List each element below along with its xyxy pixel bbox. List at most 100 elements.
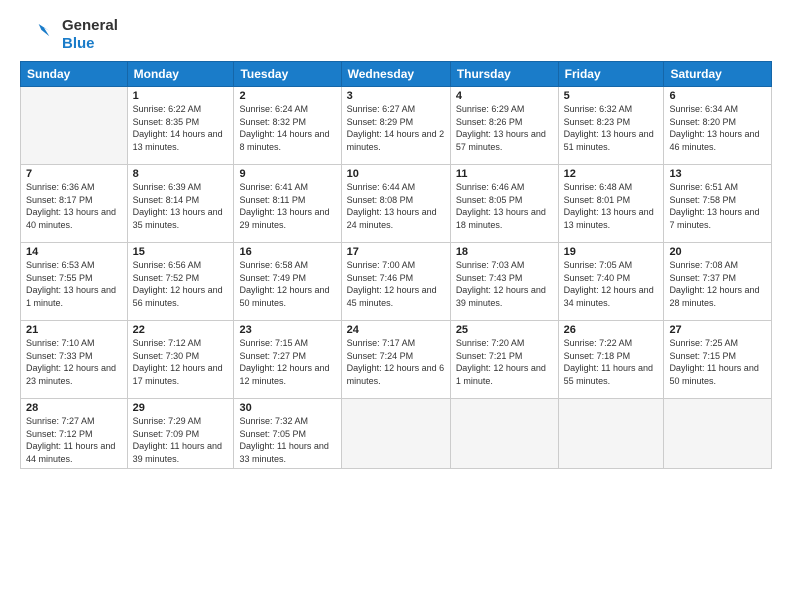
calendar-cell: 5Sunrise: 6:32 AMSunset: 8:23 PMDaylight… bbox=[558, 87, 664, 165]
weekday-header: Saturday bbox=[664, 62, 772, 87]
day-number: 28 bbox=[26, 402, 122, 414]
weekday-header: Wednesday bbox=[341, 62, 450, 87]
cell-info: Sunrise: 7:25 AMSunset: 7:15 PMDaylight:… bbox=[669, 337, 766, 387]
calendar-cell: 27Sunrise: 7:25 AMSunset: 7:15 PMDayligh… bbox=[664, 321, 772, 399]
calendar-cell: 21Sunrise: 7:10 AMSunset: 7:33 PMDayligh… bbox=[21, 321, 128, 399]
day-number: 17 bbox=[347, 246, 445, 258]
cell-info: Sunrise: 6:46 AMSunset: 8:05 PMDaylight:… bbox=[456, 181, 553, 231]
day-number: 22 bbox=[133, 324, 229, 336]
day-number: 30 bbox=[239, 402, 335, 414]
day-number: 27 bbox=[669, 324, 766, 336]
day-number: 9 bbox=[239, 168, 335, 180]
calendar-cell: 8Sunrise: 6:39 AMSunset: 8:14 PMDaylight… bbox=[127, 165, 234, 243]
logo: General Blue bbox=[20, 16, 118, 53]
cell-info: Sunrise: 7:27 AMSunset: 7:12 PMDaylight:… bbox=[26, 415, 122, 465]
calendar-cell: 14Sunrise: 6:53 AMSunset: 7:55 PMDayligh… bbox=[21, 243, 128, 321]
cell-info: Sunrise: 6:44 AMSunset: 8:08 PMDaylight:… bbox=[347, 181, 445, 231]
day-number: 14 bbox=[26, 246, 122, 258]
day-number: 1 bbox=[133, 90, 229, 102]
calendar-cell: 17Sunrise: 7:00 AMSunset: 7:46 PMDayligh… bbox=[341, 243, 450, 321]
cell-info: Sunrise: 6:58 AMSunset: 7:49 PMDaylight:… bbox=[239, 259, 335, 309]
calendar-cell bbox=[21, 87, 128, 165]
calendar-cell: 15Sunrise: 6:56 AMSunset: 7:52 PMDayligh… bbox=[127, 243, 234, 321]
day-number: 5 bbox=[564, 90, 659, 102]
calendar-cell: 22Sunrise: 7:12 AMSunset: 7:30 PMDayligh… bbox=[127, 321, 234, 399]
day-number: 8 bbox=[133, 168, 229, 180]
calendar-cell: 18Sunrise: 7:03 AMSunset: 7:43 PMDayligh… bbox=[450, 243, 558, 321]
logo-svg-container bbox=[20, 16, 52, 53]
cell-info: Sunrise: 7:10 AMSunset: 7:33 PMDaylight:… bbox=[26, 337, 122, 387]
calendar-cell: 28Sunrise: 7:27 AMSunset: 7:12 PMDayligh… bbox=[21, 399, 128, 469]
calendar-cell bbox=[341, 399, 450, 469]
day-number: 16 bbox=[239, 246, 335, 258]
cell-info: Sunrise: 6:27 AMSunset: 8:29 PMDaylight:… bbox=[347, 103, 445, 153]
day-number: 2 bbox=[239, 90, 335, 102]
cell-info: Sunrise: 7:29 AMSunset: 7:09 PMDaylight:… bbox=[133, 415, 229, 465]
calendar-cell: 13Sunrise: 6:51 AMSunset: 7:58 PMDayligh… bbox=[664, 165, 772, 243]
cell-info: Sunrise: 6:24 AMSunset: 8:32 PMDaylight:… bbox=[239, 103, 335, 153]
calendar-cell: 10Sunrise: 6:44 AMSunset: 8:08 PMDayligh… bbox=[341, 165, 450, 243]
day-number: 23 bbox=[239, 324, 335, 336]
calendar-cell: 19Sunrise: 7:05 AMSunset: 7:40 PMDayligh… bbox=[558, 243, 664, 321]
cell-info: Sunrise: 6:41 AMSunset: 8:11 PMDaylight:… bbox=[239, 181, 335, 231]
day-number: 25 bbox=[456, 324, 553, 336]
day-number: 18 bbox=[456, 246, 553, 258]
cell-info: Sunrise: 6:53 AMSunset: 7:55 PMDaylight:… bbox=[26, 259, 122, 309]
day-number: 24 bbox=[347, 324, 445, 336]
calendar-cell: 23Sunrise: 7:15 AMSunset: 7:27 PMDayligh… bbox=[234, 321, 341, 399]
weekday-header: Friday bbox=[558, 62, 664, 87]
day-number: 3 bbox=[347, 90, 445, 102]
calendar-cell: 2Sunrise: 6:24 AMSunset: 8:32 PMDaylight… bbox=[234, 87, 341, 165]
calendar-cell: 30Sunrise: 7:32 AMSunset: 7:05 PMDayligh… bbox=[234, 399, 341, 469]
calendar-cell: 25Sunrise: 7:20 AMSunset: 7:21 PMDayligh… bbox=[450, 321, 558, 399]
calendar-header-row: SundayMondayTuesdayWednesdayThursdayFrid… bbox=[21, 62, 772, 87]
cell-info: Sunrise: 6:29 AMSunset: 8:26 PMDaylight:… bbox=[456, 103, 553, 153]
cell-info: Sunrise: 6:22 AMSunset: 8:35 PMDaylight:… bbox=[133, 103, 229, 153]
day-number: 11 bbox=[456, 168, 553, 180]
calendar-cell: 11Sunrise: 6:46 AMSunset: 8:05 PMDayligh… bbox=[450, 165, 558, 243]
day-number: 29 bbox=[133, 402, 229, 414]
calendar-cell: 20Sunrise: 7:08 AMSunset: 7:37 PMDayligh… bbox=[664, 243, 772, 321]
calendar-cell: 24Sunrise: 7:17 AMSunset: 7:24 PMDayligh… bbox=[341, 321, 450, 399]
cell-info: Sunrise: 6:56 AMSunset: 7:52 PMDaylight:… bbox=[133, 259, 229, 309]
day-number: 15 bbox=[133, 246, 229, 258]
day-number: 6 bbox=[669, 90, 766, 102]
calendar-cell: 12Sunrise: 6:48 AMSunset: 8:01 PMDayligh… bbox=[558, 165, 664, 243]
day-number: 10 bbox=[347, 168, 445, 180]
calendar-cell: 16Sunrise: 6:58 AMSunset: 7:49 PMDayligh… bbox=[234, 243, 341, 321]
page-header: General Blue bbox=[20, 16, 772, 53]
cell-info: Sunrise: 6:48 AMSunset: 8:01 PMDaylight:… bbox=[564, 181, 659, 231]
calendar-cell bbox=[450, 399, 558, 469]
cell-info: Sunrise: 7:08 AMSunset: 7:37 PMDaylight:… bbox=[669, 259, 766, 309]
day-number: 4 bbox=[456, 90, 553, 102]
weekday-header: Tuesday bbox=[234, 62, 341, 87]
cell-info: Sunrise: 7:12 AMSunset: 7:30 PMDaylight:… bbox=[133, 337, 229, 387]
cell-info: Sunrise: 6:34 AMSunset: 8:20 PMDaylight:… bbox=[669, 103, 766, 153]
calendar-cell: 9Sunrise: 6:41 AMSunset: 8:11 PMDaylight… bbox=[234, 165, 341, 243]
day-number: 21 bbox=[26, 324, 122, 336]
logo-general: General bbox=[62, 17, 118, 35]
calendar-table: SundayMondayTuesdayWednesdayThursdayFrid… bbox=[20, 61, 772, 469]
cell-info: Sunrise: 6:51 AMSunset: 7:58 PMDaylight:… bbox=[669, 181, 766, 231]
logo-blue: Blue bbox=[62, 35, 118, 53]
calendar-cell: 3Sunrise: 6:27 AMSunset: 8:29 PMDaylight… bbox=[341, 87, 450, 165]
weekday-header: Thursday bbox=[450, 62, 558, 87]
day-number: 7 bbox=[26, 168, 122, 180]
day-number: 12 bbox=[564, 168, 659, 180]
day-number: 19 bbox=[564, 246, 659, 258]
calendar-cell: 29Sunrise: 7:29 AMSunset: 7:09 PMDayligh… bbox=[127, 399, 234, 469]
cell-info: Sunrise: 7:05 AMSunset: 7:40 PMDaylight:… bbox=[564, 259, 659, 309]
cell-info: Sunrise: 6:36 AMSunset: 8:17 PMDaylight:… bbox=[26, 181, 122, 231]
calendar-cell: 6Sunrise: 6:34 AMSunset: 8:20 PMDaylight… bbox=[664, 87, 772, 165]
cell-info: Sunrise: 6:39 AMSunset: 8:14 PMDaylight:… bbox=[133, 181, 229, 231]
calendar-cell: 1Sunrise: 6:22 AMSunset: 8:35 PMDaylight… bbox=[127, 87, 234, 165]
calendar-cell: 26Sunrise: 7:22 AMSunset: 7:18 PMDayligh… bbox=[558, 321, 664, 399]
cell-info: Sunrise: 7:32 AMSunset: 7:05 PMDaylight:… bbox=[239, 415, 335, 465]
calendar-cell bbox=[558, 399, 664, 469]
calendar-cell: 4Sunrise: 6:29 AMSunset: 8:26 PMDaylight… bbox=[450, 87, 558, 165]
cell-info: Sunrise: 7:17 AMSunset: 7:24 PMDaylight:… bbox=[347, 337, 445, 387]
weekday-header: Sunday bbox=[21, 62, 128, 87]
weekday-header: Monday bbox=[127, 62, 234, 87]
calendar-cell: 7Sunrise: 6:36 AMSunset: 8:17 PMDaylight… bbox=[21, 165, 128, 243]
cell-info: Sunrise: 7:15 AMSunset: 7:27 PMDaylight:… bbox=[239, 337, 335, 387]
